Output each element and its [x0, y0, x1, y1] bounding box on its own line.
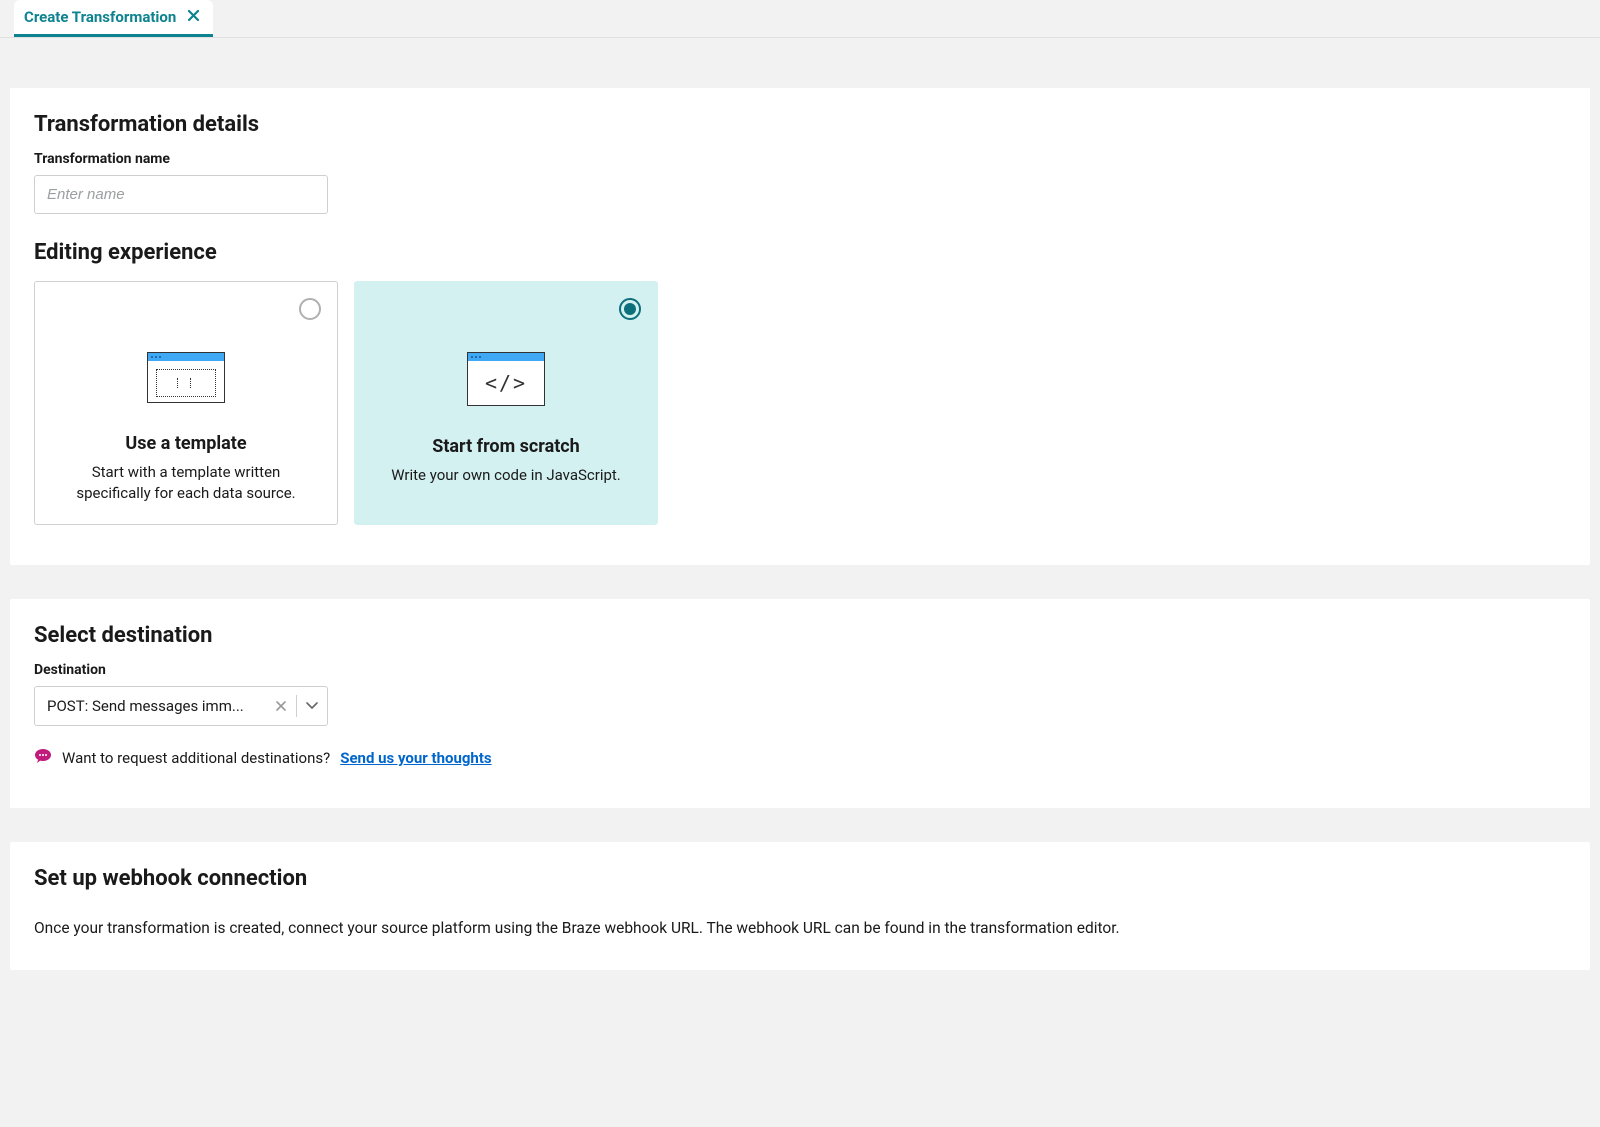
template-icon — [147, 352, 225, 403]
panel-transformation-details: Transformation details Transformation na… — [10, 88, 1590, 565]
section-title-details: Transformation details — [34, 112, 1566, 137]
option-title: Use a template — [125, 433, 246, 454]
select-value: POST: Send messages imm... — [35, 687, 266, 725]
tab-create-transformation[interactable]: Create Transformation — [14, 0, 213, 37]
option-description: Write your own code in JavaScript. — [391, 465, 621, 486]
feedback-row: Want to request additional destinations?… — [34, 748, 1566, 768]
panel-select-destination: Select destination Destination POST: Sen… — [10, 599, 1590, 808]
destination-select[interactable]: POST: Send messages imm... — [34, 686, 328, 726]
option-title: Start from scratch — [432, 436, 580, 457]
editing-option-row: Use a template Start with a template wri… — [34, 281, 1566, 525]
feedback-text: Want to request additional destinations? — [62, 749, 330, 767]
label-transformation-name: Transformation name — [34, 151, 1566, 167]
page-content: Transformation details Transformation na… — [0, 38, 1600, 1024]
code-icon: </> — [467, 352, 545, 406]
clear-icon[interactable] — [266, 687, 296, 725]
panel-webhook: Set up webhook connection Once your tran… — [10, 842, 1590, 970]
tab-label: Create Transformation — [24, 8, 176, 26]
close-icon[interactable] — [188, 9, 199, 25]
option-start-from-scratch[interactable]: </> Start from scratch Write your own co… — [354, 281, 658, 525]
section-title-editing: Editing experience — [34, 240, 1566, 265]
radio-button[interactable] — [299, 298, 321, 320]
chevron-down-icon[interactable] — [297, 687, 327, 725]
option-description: Start with a template written specifical… — [59, 462, 313, 504]
chat-icon — [34, 748, 52, 768]
label-destination: Destination — [34, 662, 1566, 678]
option-use-template[interactable]: Use a template Start with a template wri… — [34, 281, 338, 525]
webhook-body-text: Once your transformation is created, con… — [34, 917, 1566, 940]
section-title-destination: Select destination — [34, 623, 1566, 648]
feedback-link[interactable]: Send us your thoughts — [340, 749, 491, 767]
tabs-bar: Create Transformation — [0, 0, 1600, 38]
section-title-webhook: Set up webhook connection — [34, 866, 1566, 891]
input-transformation-name[interactable] — [34, 175, 328, 214]
radio-button[interactable] — [619, 298, 641, 320]
